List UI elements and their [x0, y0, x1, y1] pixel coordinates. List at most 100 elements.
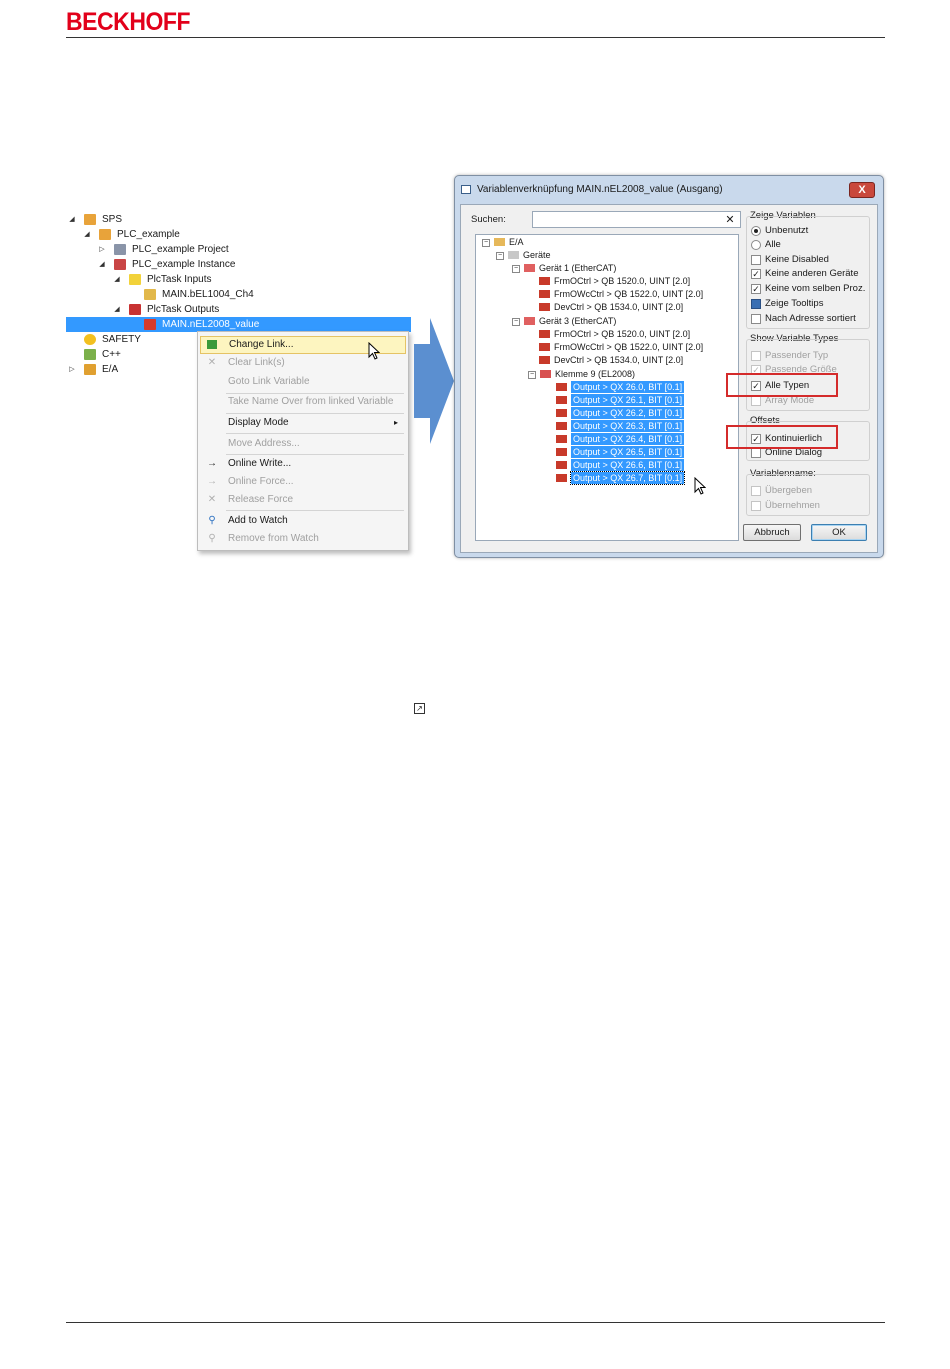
expander-icon[interactable]: ◢ [83, 227, 91, 242]
tree-item-plc-example-project[interactable]: ▷ PLC_example Project [66, 242, 411, 257]
tree-node-geraete[interactable]: Geräte [523, 249, 551, 261]
checkbox-keine-anderen-geraete[interactable]: ✓ [751, 269, 761, 279]
tree-node-output[interactable]: Output > QX 26.1, BIT [0.1] [571, 394, 685, 406]
menu-item-online-force[interactable]: → Online Force... [200, 473, 406, 491]
plc-project-icon [99, 229, 111, 240]
output-variable-icon [539, 290, 550, 298]
checkbox-passender-typ[interactable] [751, 351, 761, 361]
terminal-icon [540, 370, 551, 378]
radio-unbenutzt[interactable] [751, 226, 761, 236]
menu-separator [226, 510, 404, 511]
expander-icon[interactable]: ◢ [68, 212, 76, 227]
remove-watch-icon: ⚲ [208, 533, 216, 544]
tree-node-output[interactable]: Output > QX 26.4, BIT [0.1] [571, 433, 685, 445]
output-variable-icon [539, 277, 550, 285]
collapse-toggle-icon[interactable]: − [496, 252, 504, 260]
expander-icon[interactable]: ▷ [98, 242, 106, 257]
menu-item-display-mode[interactable]: Display Mode ▸ [200, 414, 406, 432]
search-clear-icon[interactable]: ✕ [723, 213, 737, 227]
tree-item-label: PLC_example Instance [132, 259, 236, 270]
tree-node-var[interactable]: FrmOWcCtrl > QB 1522.0, UINT [2.0] [554, 288, 703, 300]
search-input[interactable] [532, 211, 741, 228]
menu-item-remove-from-watch[interactable]: ⚲ Remove from Watch [200, 530, 406, 548]
menu-item-label: Add to Watch [228, 515, 288, 526]
tree-item-label: E/A [102, 364, 119, 375]
output-variable-icon [539, 343, 550, 351]
header-rule [66, 37, 885, 38]
output-variable-icon [556, 435, 567, 443]
tree-node-var[interactable]: FrmOCtrl > QB 1520.0, UINT [2.0] [554, 275, 690, 287]
tree-item-label: PLC_example [117, 229, 180, 240]
tree-item-plc-example[interactable]: ◢ PLC_example [66, 227, 411, 242]
tree-node-output[interactable]: Output > QX 26.2, BIT [0.1] [571, 407, 685, 419]
menu-item-online-write[interactable]: → Online Write... [200, 455, 406, 473]
tree-node-geraet-3[interactable]: Gerät 3 (EtherCAT) [539, 315, 616, 327]
beckhoff-logo: BECKHOFF [66, 8, 191, 36]
menu-item-label: Release Force [228, 494, 294, 505]
tree-node-output[interactable]: Output > QX 26.5, BIT [0.1] [571, 446, 685, 458]
safety-icon [84, 334, 96, 345]
radio-alle[interactable] [751, 240, 761, 250]
input-variable-icon [144, 289, 156, 300]
menu-item-label: Move Address... [228, 438, 300, 449]
option-label: Passender Typ [765, 350, 829, 361]
instance-icon [114, 259, 126, 270]
checkbox-online-dialog[interactable] [751, 448, 761, 458]
tree-item-plc-example-instance[interactable]: ◢ PLC_example Instance [66, 257, 411, 272]
tree-node-var[interactable]: FrmOCtrl > QB 1520.0, UINT [2.0] [554, 328, 690, 340]
tree-item-plctask-outputs[interactable]: ◢ PlcTask Outputs [66, 302, 411, 317]
option-label: Übergeben [765, 485, 813, 496]
checkbox-uebernehmen[interactable] [751, 501, 761, 511]
menu-item-goto-link-variable[interactable]: Goto Link Variable [200, 373, 406, 391]
tree-node-var[interactable]: DevCtrl > QB 1534.0, UINT [2.0] [554, 301, 683, 313]
submenu-arrow-icon: ▸ [393, 418, 398, 427]
tree-item-sps[interactable]: ◢ SPS [66, 212, 411, 227]
tree-node-ea[interactable]: E/A [509, 236, 524, 248]
tree-node-output[interactable]: Output > QX 26.6, BIT [0.1] [571, 459, 685, 471]
tree-item-main-bel1004[interactable]: MAIN.bEL1004_Ch4 [66, 287, 411, 302]
expander-icon[interactable]: ▷ [68, 362, 76, 377]
collapse-toggle-icon[interactable]: − [482, 239, 490, 247]
menu-separator [226, 433, 404, 434]
online-force-icon: → [207, 476, 217, 487]
checkbox-zeige-tooltips[interactable] [751, 299, 761, 309]
tree-node-var[interactable]: FrmOWcCtrl > QB 1522.0, UINT [2.0] [554, 341, 703, 353]
highlight-box [726, 373, 838, 397]
checkbox-uebergeben[interactable] [751, 486, 761, 496]
tree-node-var[interactable]: DevCtrl > QB 1534.0, UINT [2.0] [554, 354, 683, 366]
output-variable-icon [539, 330, 550, 338]
mouse-pointer-icon [368, 342, 380, 360]
checkbox-keine-vom-selben-proz[interactable]: ✓ [751, 284, 761, 294]
collapse-toggle-icon[interactable]: − [512, 265, 520, 273]
menu-item-move-address[interactable]: Move Address... [200, 435, 406, 453]
tree-item-plctask-inputs[interactable]: ◢ PlcTask Inputs [66, 272, 411, 287]
tree-node-geraet-1[interactable]: Gerät 1 (EtherCAT) [539, 262, 616, 274]
variable-link-dialog: Variablenverknüpfung MAIN.nEL2008_value … [454, 175, 884, 558]
tree-item-label: MAIN.nEL2008_value [162, 319, 260, 330]
expander-icon[interactable]: ◢ [113, 272, 121, 287]
jump-link-icon[interactable]: ↗ [414, 703, 425, 714]
tree-node-klemme-9[interactable]: Klemme 9 (EL2008) [555, 368, 635, 380]
menu-item-add-to-watch[interactable]: ⚲ Add to Watch [200, 512, 406, 530]
collapse-toggle-icon[interactable]: − [528, 371, 536, 379]
cancel-button[interactable]: Abbruch [743, 524, 801, 541]
checkbox-keine-disabled[interactable] [751, 255, 761, 265]
dialog-window-icon [461, 185, 471, 194]
tree-node-output[interactable]: Output > QX 26.0, BIT [0.1] [571, 381, 685, 393]
expander-icon[interactable]: ◢ [98, 257, 106, 272]
output-variable-icon [556, 422, 567, 430]
tree-item-main-nel2008-value[interactable]: MAIN.nEL2008_value [66, 317, 411, 332]
tree-node-output[interactable]: Output > QX 26.3, BIT [0.1] [571, 420, 685, 432]
menu-item-release-force[interactable]: ✕ Release Force [200, 491, 406, 509]
close-button[interactable]: X [849, 182, 875, 198]
tree-node-output[interactable]: Output > QX 26.7, BIT [0.1] [569, 471, 686, 485]
expander-icon[interactable]: ◢ [113, 302, 121, 317]
menu-item-take-name-over[interactable]: Take Name Over from linked Variable [200, 393, 406, 411]
transition-arrow-icon [414, 318, 454, 444]
collapse-toggle-icon[interactable]: − [512, 318, 520, 326]
io-icon [494, 238, 505, 246]
checkbox-nach-adresse-sortiert[interactable] [751, 314, 761, 324]
checkbox-array-mode[interactable] [751, 396, 761, 406]
ok-button[interactable]: OK [811, 524, 867, 541]
menu-item-label: Goto Link Variable [228, 376, 310, 387]
